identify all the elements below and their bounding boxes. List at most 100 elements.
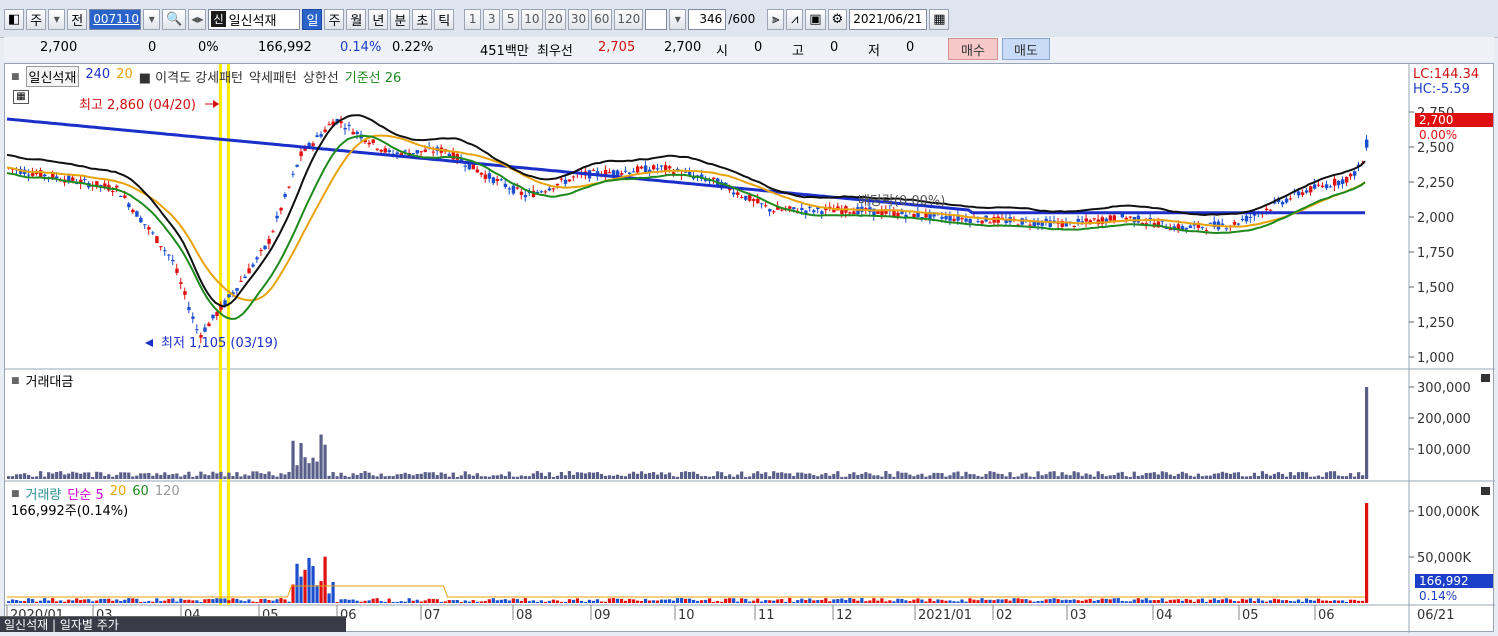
legend-stock-name[interactable]: 일신석재 xyxy=(25,66,80,87)
lc-label: LC:144.34 xyxy=(1413,67,1479,82)
candle-body xyxy=(732,192,736,195)
volume-bar xyxy=(127,598,131,603)
volume-legend-item[interactable]: 120 xyxy=(155,484,180,503)
period-month[interactable]: 월 xyxy=(346,8,367,30)
period-week[interactable]: 주 xyxy=(324,8,345,30)
amount-bar xyxy=(1032,476,1036,479)
stock-code-input[interactable]: 007110 xyxy=(89,8,142,30)
table-view-icon[interactable]: ▦ xyxy=(13,90,29,104)
code-dropdown-icon[interactable]: ▾ xyxy=(143,8,161,30)
chart-area[interactable]: 2,7502,5002,2502,0001,7501,5001,2501,000… xyxy=(4,63,1495,633)
period-year[interactable]: 년 xyxy=(368,8,389,30)
candle-body xyxy=(255,257,259,260)
period-minute[interactable]: 분 xyxy=(390,8,411,30)
amount-bar xyxy=(1112,474,1116,479)
interval-1[interactable]: 1 xyxy=(464,8,482,30)
amount-toggle-icon[interactable]: ■ xyxy=(11,376,20,386)
volume-bar xyxy=(1344,601,1349,603)
amount-panel-menu-icon[interactable] xyxy=(1481,374,1490,382)
volume-bar xyxy=(323,556,327,603)
interval-30[interactable]: 30 xyxy=(567,8,590,30)
buy-button[interactable]: 매수 xyxy=(948,38,998,60)
volume-legend-item[interactable]: 60 xyxy=(132,484,149,503)
chart-svg[interactable]: 2,7502,5002,2502,0001,7501,5001,2501,000… xyxy=(5,64,1495,633)
volume-bar xyxy=(567,599,572,603)
volume-bar xyxy=(647,600,652,603)
volume-bar xyxy=(651,600,656,603)
volume-bar xyxy=(864,601,868,603)
market-dropdown-icon[interactable]: ▾ xyxy=(48,8,66,30)
amount-bar xyxy=(1144,472,1148,479)
amount-bar xyxy=(599,473,604,479)
legend-item[interactable]: 240 xyxy=(85,67,110,86)
amount-bar xyxy=(619,475,624,479)
volume-panel-menu-icon[interactable] xyxy=(1481,487,1490,495)
volume-bar xyxy=(79,599,83,603)
amount-bar xyxy=(1364,387,1369,479)
custom-interval-dropdown-icon[interactable]: ▾ xyxy=(669,8,687,30)
panel-toggle-icon[interactable]: ■ xyxy=(11,72,20,82)
candle-type-icon[interactable]: ⫸ xyxy=(767,8,785,30)
legend-item[interactable]: 20 xyxy=(116,67,133,86)
candle-body xyxy=(159,246,163,248)
line-draw-icon[interactable]: ⩘ xyxy=(786,8,804,30)
amount-bar xyxy=(700,476,704,479)
volume-bar xyxy=(800,598,804,603)
count-input[interactable]: 346 xyxy=(688,8,727,30)
high-value: 0 xyxy=(830,40,839,55)
layout-icon[interactable]: ◧ xyxy=(4,8,25,30)
candle-body xyxy=(619,173,624,175)
period-day[interactable]: 일 xyxy=(302,8,323,30)
interval-60[interactable]: 60 xyxy=(591,8,613,30)
volume-bar xyxy=(155,598,159,603)
amount-bar xyxy=(1280,473,1285,479)
volume-bar xyxy=(696,601,700,603)
stock-name-field[interactable]: 신 일신석재 xyxy=(208,8,301,30)
volume-bar xyxy=(880,598,884,603)
legend-item[interactable]: 상한선 xyxy=(303,67,339,86)
amount-bar xyxy=(375,476,379,479)
volume-ma20-line xyxy=(7,585,1365,598)
custom-interval-input[interactable] xyxy=(645,8,668,30)
price-panel[interactable] xyxy=(5,64,1409,369)
gear-icon[interactable]: ⚙ xyxy=(827,8,848,30)
amount-bar xyxy=(347,476,351,479)
prev-button[interactable]: 전 xyxy=(67,8,88,30)
amount-bar xyxy=(956,471,960,479)
interval-3[interactable]: 3 xyxy=(483,8,501,30)
volume-bar xyxy=(627,598,632,603)
volume-bar xyxy=(1196,599,1200,603)
volume-bar xyxy=(23,601,27,603)
period-tick[interactable]: 틱 xyxy=(434,8,455,30)
sound-icon[interactable]: ◂▸ xyxy=(188,8,207,30)
sell-button[interactable]: 매도 xyxy=(1002,38,1050,60)
period-second[interactable]: 초 xyxy=(412,8,433,30)
interval-20[interactable]: 20 xyxy=(544,8,566,30)
legend-item[interactable]: ■ 이격도 강세패턴 xyxy=(139,67,243,86)
legend-item[interactable]: 기준선 26 xyxy=(345,67,402,86)
candle-body xyxy=(347,124,351,126)
search-icon[interactable]: 🔍 xyxy=(162,8,187,30)
candle-body xyxy=(1136,215,1141,223)
market-button[interactable]: 주 xyxy=(26,8,47,30)
volume-bar xyxy=(824,598,828,603)
x-tick-label: 02 xyxy=(996,608,1013,623)
save-icon[interactable]: ▣ xyxy=(805,8,826,30)
volume-bar xyxy=(351,599,355,603)
candle-body xyxy=(499,179,504,181)
candle-body xyxy=(1284,198,1289,203)
candle-body xyxy=(467,163,472,170)
calendar-icon[interactable]: ▦ xyxy=(929,8,950,30)
interval-10[interactable]: 10 xyxy=(521,8,543,30)
volume-bar xyxy=(371,598,375,603)
candle-body xyxy=(623,170,628,172)
date-input[interactable]: 2021/06/21 xyxy=(849,8,928,30)
legend-item[interactable]: 약세패턴 xyxy=(249,67,297,86)
volume-toggle-icon[interactable]: ■ xyxy=(11,489,20,499)
amount-bar xyxy=(107,474,111,479)
candle-body xyxy=(167,254,171,256)
amount-bar xyxy=(23,473,27,479)
interval-5[interactable]: 5 xyxy=(502,8,520,30)
interval-120[interactable]: 120 xyxy=(614,8,644,30)
volume-bar xyxy=(1332,600,1337,603)
